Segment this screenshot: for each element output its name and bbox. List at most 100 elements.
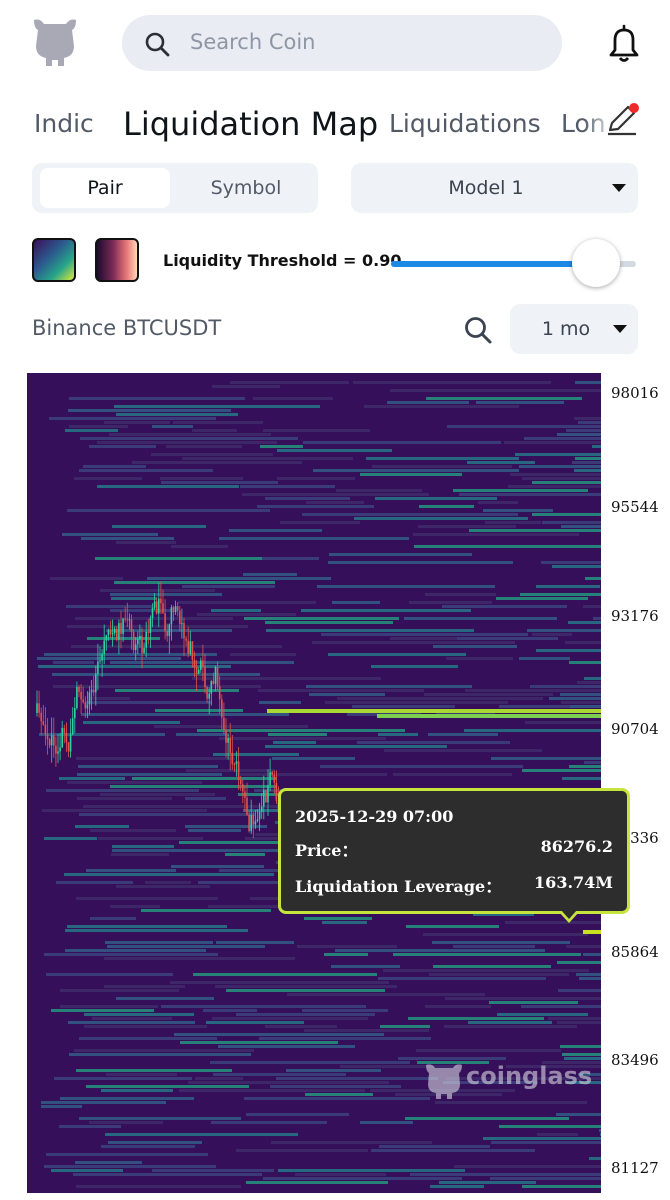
heat-band: [112, 525, 206, 528]
heat-band: [499, 705, 570, 708]
heat-band: [71, 645, 282, 648]
tab-liquidation-map[interactable]: Liquidation Map: [123, 95, 378, 153]
candle-body: [141, 635, 143, 653]
heat-band: [192, 677, 381, 680]
heat-band: [273, 741, 316, 744]
heat-band: [322, 921, 367, 924]
heat-band: [378, 733, 418, 736]
candle-body: [269, 772, 271, 786]
coinglass-watermark-icon: [426, 1064, 462, 1099]
search-bar[interactable]: Search Coin: [122, 15, 562, 71]
candle-body: [82, 699, 84, 703]
heat-band: [180, 1041, 338, 1044]
heat-band: [258, 689, 424, 692]
pencil-icon[interactable]: [606, 102, 640, 136]
candle-body: [202, 660, 204, 667]
candle-body: [76, 686, 78, 708]
candle-body: [218, 686, 221, 700]
heat-band: [111, 597, 157, 600]
heat-band: [457, 637, 558, 640]
candle-body: [42, 721, 45, 725]
heat-band: [59, 1125, 121, 1128]
heat-band: [42, 809, 207, 812]
period-select[interactable]: 1 mo: [510, 304, 638, 354]
tab-bar: Indic Liquidation Map Liquidations Lon: [0, 95, 670, 153]
heat-band: [219, 737, 386, 740]
heat-band: [84, 1013, 194, 1016]
heat-band: [46, 789, 199, 792]
candle-body: [36, 703, 38, 713]
heat-band: [522, 477, 601, 480]
y-tick-label: 98016: [611, 384, 659, 402]
heat-band: [226, 989, 385, 992]
heat-band: [446, 657, 513, 660]
heat-band: [218, 1045, 355, 1048]
heat-band: [565, 641, 601, 644]
heat-band: [69, 1053, 251, 1056]
heat-band: [504, 441, 601, 444]
coinglass-mascot-icon[interactable]: [30, 16, 80, 68]
heat-band: [280, 521, 360, 524]
candle-body: [225, 730, 227, 743]
heat-band: [69, 397, 245, 400]
heat-band: [166, 445, 242, 448]
heat-band: [336, 489, 422, 492]
heat-band: [46, 1153, 208, 1156]
heat-band: [188, 829, 241, 832]
pair-option[interactable]: Pair: [40, 168, 170, 208]
heat-band: [110, 609, 171, 612]
heat-band: [524, 437, 601, 440]
candle-body: [235, 761, 238, 765]
heat-band: [101, 1145, 195, 1148]
candle-body: [185, 638, 187, 641]
candle-body: [46, 734, 49, 740]
bell-icon[interactable]: [605, 24, 643, 64]
tab-liquidations[interactable]: Liquidations: [389, 95, 541, 153]
candle-body: [206, 687, 208, 699]
heat-band: [432, 941, 570, 944]
heat-band: [67, 925, 227, 928]
viridis-colormap-swatch[interactable]: [32, 238, 76, 282]
candle-body: [260, 806, 263, 812]
candle-body: [258, 811, 261, 820]
magma-colormap-swatch[interactable]: [95, 238, 139, 282]
heat-band: [413, 533, 579, 536]
heat-band: [240, 773, 387, 776]
heat-band: [459, 493, 601, 496]
heat-band: [263, 1177, 462, 1180]
candle-body: [195, 666, 198, 674]
heat-band: [302, 513, 518, 516]
heat-band: [242, 493, 429, 496]
tooltip-pointer-inner: [561, 910, 577, 919]
candle-body: [74, 707, 76, 719]
tab-indicators[interactable]: Indic: [34, 95, 94, 153]
heat-band: [564, 1057, 601, 1060]
candle-body: [160, 598, 162, 604]
symbol-option[interactable]: Symbol: [180, 168, 312, 208]
chevron-down-icon: [612, 184, 626, 192]
heat-band: [243, 573, 297, 576]
candle-body: [263, 790, 265, 807]
heat-band: [354, 517, 528, 520]
heat-band: [105, 941, 213, 944]
heat-band: [110, 785, 277, 788]
heat-band: [560, 693, 601, 696]
candle-body: [151, 607, 154, 618]
heat-band: [76, 897, 218, 900]
y-tick-label: 95544: [611, 498, 659, 516]
heat-band: [101, 1089, 173, 1092]
heat-band: [593, 617, 601, 620]
heat-band: [52, 673, 260, 676]
heat-band: [77, 773, 222, 776]
heat-band: [170, 981, 389, 984]
candle-body: [103, 640, 105, 654]
slider-knob[interactable]: [572, 239, 620, 287]
heat-band: [69, 425, 128, 428]
search-icon[interactable]: [463, 315, 493, 345]
heat-band: [575, 381, 601, 384]
model-select[interactable]: Model 1: [351, 163, 638, 213]
heat-band: [132, 461, 302, 464]
heat-band: [60, 989, 179, 992]
candle-body: [244, 791, 246, 798]
candle-body: [197, 669, 200, 674]
